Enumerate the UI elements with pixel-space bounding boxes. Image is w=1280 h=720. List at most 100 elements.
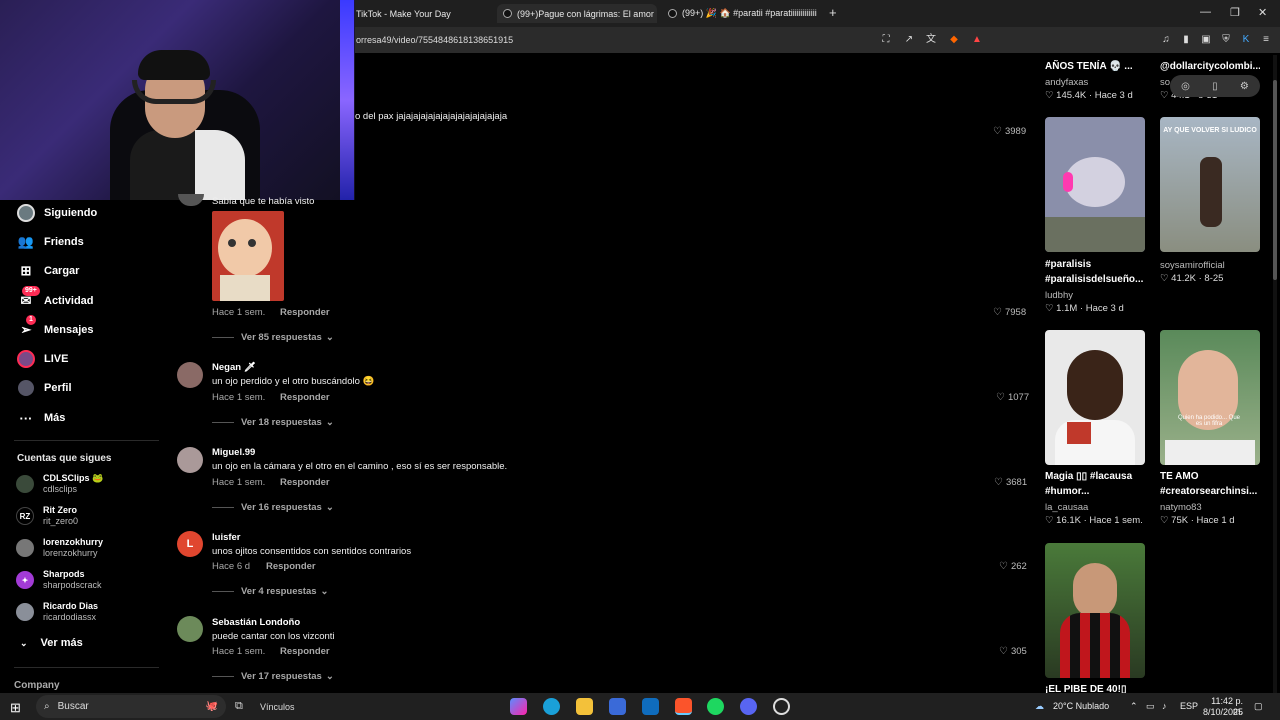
- reply-button[interactable]: Responder: [280, 646, 330, 657]
- sidebar-item-following[interactable]: Siguiendo: [16, 203, 97, 223]
- like-button[interactable]: ♡ 7958: [993, 307, 1026, 318]
- sidebar-item-profile[interactable]: Perfil: [16, 378, 72, 398]
- video-title[interactable]: #humor...: [1045, 485, 1145, 499]
- video-thumbnail[interactable]: Quien ha podido... Que es un fifra: [1160, 330, 1260, 465]
- video-title[interactable]: AÑOS TENÍA 💀 ...: [1045, 60, 1145, 74]
- following-account[interactable]: CDLSClips 🐸 cdlsclips: [16, 471, 103, 497]
- video-author[interactable]: la_causaa: [1045, 502, 1088, 513]
- store-icon[interactable]: [609, 698, 626, 715]
- taskbar-search[interactable]: ⌕ Buscar 🐙: [36, 695, 226, 718]
- sidebar-toggle-icon[interactable]: ▮: [1180, 34, 1192, 46]
- view-replies-button[interactable]: Ver 4 respuestas ⌄: [212, 586, 329, 597]
- like-button[interactable]: ♡ 3681: [994, 477, 1027, 488]
- video-author[interactable]: ludbhy: [1045, 290, 1073, 301]
- view-replies-button[interactable]: Ver 85 respuestas ⌄: [212, 332, 334, 343]
- weather-text[interactable]: 20°C Nublado: [1053, 701, 1109, 711]
- translate-icon[interactable]: ⛶: [880, 34, 892, 46]
- video-author[interactable]: soysamirofficial: [1160, 260, 1225, 271]
- video-title[interactable]: #creatorsearchinsi...: [1160, 485, 1260, 499]
- floating-controls[interactable]: ◎ ▯ ⚙: [1170, 75, 1260, 97]
- links-toolbar[interactable]: Vínculos: [260, 702, 295, 712]
- comment-username[interactable]: luisfer: [212, 532, 241, 543]
- video-thumbnail[interactable]: [1045, 543, 1145, 678]
- following-account[interactable]: Ricardo Dias ricardodiassx: [16, 599, 98, 625]
- company-link[interactable]: Company: [14, 680, 60, 691]
- vpn-icon[interactable]: ⛨: [1220, 34, 1232, 46]
- pip-icon[interactable]: ◎: [1181, 81, 1190, 92]
- video-title[interactable]: #paralisis: [1045, 258, 1145, 272]
- chevron-up-icon[interactable]: ⌃: [1130, 701, 1138, 712]
- following-account[interactable]: ✦ Sharpods sharpodscrack: [16, 567, 102, 593]
- obs-icon[interactable]: [773, 698, 790, 715]
- scrollbar-thumb[interactable]: [1273, 80, 1277, 280]
- minimize-button[interactable]: —: [1200, 6, 1211, 18]
- comment-username[interactable]: Negan 🗡: [212, 362, 256, 373]
- task-view-icon[interactable]: ⧉: [235, 700, 243, 713]
- see-more-button[interactable]: ⌄ Ver más: [20, 637, 83, 649]
- notifications-icon[interactable]: ▢: [1254, 701, 1263, 712]
- reply-button[interactable]: Responder: [266, 561, 316, 572]
- tab-paratii[interactable]: (99+) 🎉 🏠 #paratii #paratiiiiiiiiiiiii: [662, 4, 822, 23]
- video-thumbnail[interactable]: [1045, 117, 1145, 252]
- avatar[interactable]: L: [177, 531, 203, 557]
- video-author[interactable]: andyfaxas: [1045, 77, 1088, 88]
- maximize-button[interactable]: ❐: [1230, 6, 1240, 19]
- reply-button[interactable]: Responder: [280, 477, 330, 488]
- tab-tiktok[interactable]: TikTok - Make Your Day: [350, 4, 490, 23]
- tabs-icon[interactable]: ▣: [1200, 34, 1212, 46]
- video-title[interactable]: @dollarcitycolombi...: [1160, 60, 1260, 74]
- device-icon[interactable]: ▯: [1212, 81, 1218, 92]
- brave-shield-icon[interactable]: ◆: [948, 34, 960, 46]
- sidebar-item-activity[interactable]: ✉ 99+ Actividad: [16, 286, 94, 311]
- comment-image[interactable]: [212, 211, 284, 301]
- avatar[interactable]: [177, 447, 203, 473]
- sidebar-item-more[interactable]: ··· Más: [16, 408, 66, 428]
- windows-start-icon[interactable]: ⊞: [10, 700, 21, 716]
- comment-username[interactable]: Sebastián Londoño: [212, 617, 300, 628]
- language-icon[interactable]: 文: [925, 34, 937, 46]
- wallet-icon[interactable]: K: [1240, 34, 1252, 46]
- view-replies-button[interactable]: Ver 17 respuestas ⌄: [212, 671, 334, 682]
- new-tab-button[interactable]: +: [829, 5, 837, 20]
- like-button[interactable]: ♡ 1077: [996, 392, 1029, 403]
- copilot-icon[interactable]: [510, 698, 527, 715]
- clock-date[interactable]: 8/10/2025: [1203, 707, 1243, 717]
- menu-icon[interactable]: ≡: [1260, 34, 1272, 46]
- url-text[interactable]: orresa49/video/7554848618138651915: [356, 35, 513, 45]
- avatar[interactable]: [177, 362, 203, 388]
- view-replies-button[interactable]: Ver 18 respuestas ⌄: [212, 417, 334, 428]
- network-icon[interactable]: ▭: [1146, 701, 1155, 712]
- close-tab-icon[interactable]: ✕: [654, 8, 657, 19]
- reply-button[interactable]: Responder: [280, 392, 330, 403]
- following-account[interactable]: lorenzokhurry lorenzokhurry: [16, 535, 103, 561]
- settings-icon[interactable]: ⚙: [1240, 81, 1249, 92]
- like-button[interactable]: ♡ 262: [999, 561, 1027, 572]
- edge-icon[interactable]: [543, 698, 560, 715]
- sidebar-item-friends[interactable]: 👥 Friends: [16, 232, 84, 252]
- video-title[interactable]: TE AMO: [1160, 470, 1260, 484]
- extension-icon[interactable]: ♫: [1160, 34, 1172, 46]
- like-button[interactable]: ♡ 305: [999, 646, 1027, 657]
- video-title[interactable]: #paralisisdelsueño...: [1045, 273, 1145, 287]
- sidebar-item-messages[interactable]: ➢ 1 Mensajes: [16, 315, 94, 340]
- sidebar-item-live[interactable]: LIVE: [16, 349, 68, 369]
- spotify-icon[interactable]: [707, 698, 724, 715]
- language-indicator[interactable]: ESP: [1180, 701, 1198, 711]
- video-thumbnail[interactable]: [1045, 330, 1145, 465]
- close-window-button[interactable]: ✕: [1258, 6, 1267, 19]
- video-thumbnail[interactable]: AY QUE VOLVER SI LUDICO: [1160, 117, 1260, 252]
- file-explorer-icon[interactable]: [576, 698, 593, 715]
- avatar[interactable]: [177, 616, 203, 642]
- like-button[interactable]: ♡ 3989: [993, 126, 1026, 137]
- sidebar-item-upload[interactable]: ⊞ Cargar: [16, 261, 80, 281]
- share-icon[interactable]: ↗: [903, 34, 915, 46]
- volume-icon[interactable]: ♪: [1162, 701, 1167, 711]
- video-author[interactable]: natymo83: [1160, 502, 1202, 513]
- tab-active-video[interactable]: (99+)Pague con lágrimas: El amor✕: [497, 4, 657, 23]
- video-title[interactable]: Magia ▯▯ #lacausa: [1045, 470, 1145, 484]
- view-replies-button[interactable]: Ver 16 respuestas ⌄: [212, 502, 334, 513]
- brave-icon[interactable]: [675, 698, 692, 715]
- comment-username[interactable]: Miguel.99: [212, 447, 255, 458]
- outlook-icon[interactable]: [642, 698, 659, 715]
- discord-icon[interactable]: [740, 698, 757, 715]
